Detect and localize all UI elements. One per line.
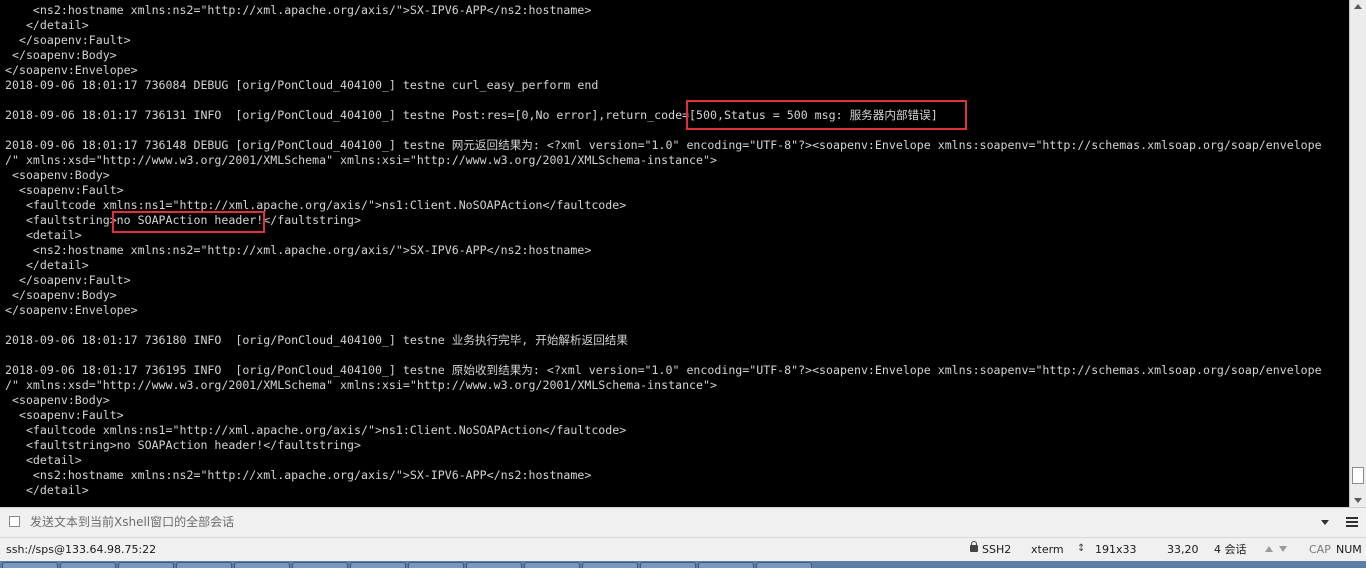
taskbar-button[interactable]: [408, 562, 464, 568]
terminal-line: 2018-09-06 18:01:17 736180 INFO [orig/Po…: [5, 333, 628, 347]
terminal-line: 2018-09-06 18:01:17 736084 DEBUG [orig/P…: [5, 78, 599, 92]
scrollbar-thumb[interactable]: [1352, 467, 1364, 484]
menu-icon[interactable]: [1346, 517, 1358, 528]
terminal-line: </soapenv:Envelope>: [5, 303, 138, 317]
terminal-line: <soapenv:Fault>: [5, 408, 124, 422]
terminal-line: </soapenv:Fault>: [5, 33, 131, 47]
terminal-line: <faultcode xmlns:ns1="http://xml.apache.…: [5, 423, 627, 437]
terminal-line: 2018-09-06 18:01:17 736195 INFO [orig/Po…: [5, 363, 1322, 377]
taskbar-button[interactable]: [118, 562, 174, 568]
session-count: 4 会话: [1214, 543, 1247, 556]
terminal-line: 2018-09-06 18:01:17 736131 INFO [orig/Po…: [5, 108, 938, 122]
terminal-line: </soapenv:Body>: [5, 288, 117, 302]
terminal-line: </soapenv:Envelope>: [5, 63, 138, 77]
taskbar-button[interactable]: [582, 562, 638, 568]
terminal-line: <faultstring>no SOAPAction header!</faul…: [5, 438, 361, 452]
terminal-line: 2018-09-06 18:01:17 736148 DEBUG [orig/P…: [5, 138, 1322, 152]
taskbar-button[interactable]: [524, 562, 580, 568]
compose-input[interactable]: 发送文本到当前Xshell窗口的全部会话: [30, 508, 234, 537]
terminal-size: 191x33: [1095, 543, 1137, 556]
highlight-box-faultstring: [112, 211, 265, 233]
taskbar-button[interactable]: [350, 562, 406, 568]
taskbar-button[interactable]: [60, 562, 116, 568]
protocol-label: SSH2: [982, 543, 1012, 556]
connection-address: ssh://sps@133.64.98.75:22: [6, 543, 157, 556]
terminal-line: <ns2:hostname xmlns:ns2="http://xml.apac…: [5, 3, 592, 17]
terminal-lines: <ns2:hostname xmlns:ns2="http://xml.apac…: [5, 3, 1322, 498]
vertical-scrollbar[interactable]: [1349, 0, 1366, 507]
terminal-line: <detail>: [5, 453, 82, 467]
taskbar-button[interactable]: [292, 562, 348, 568]
session-prev-icon[interactable]: [1265, 546, 1273, 552]
taskbar-button[interactable]: [640, 562, 696, 568]
terminal-line: </detail>: [5, 258, 89, 272]
terminal-output[interactable]: <ns2:hostname xmlns:ns2="http://xml.apac…: [0, 0, 1349, 507]
terminal-line: </soapenv:Fault>: [5, 273, 131, 287]
compose-bar: 发送文本到当前Xshell窗口的全部会话: [0, 507, 1366, 537]
terminal-type: xterm: [1031, 543, 1064, 556]
terminal-line: </soapenv:Body>: [5, 48, 117, 62]
terminal-line: </detail>: [5, 483, 89, 497]
terminal-line: <soapenv:Fault>: [5, 183, 124, 197]
scroll-up-arrow-icon[interactable]: [1354, 4, 1362, 9]
chevron-down-icon[interactable]: [1321, 520, 1329, 525]
lock-icon: [970, 541, 978, 552]
highlight-box-return-code: [686, 100, 967, 130]
terminal-line: <soapenv:Body>: [5, 168, 110, 182]
taskbar-button[interactable]: [466, 562, 522, 568]
terminal-line: /" xmlns:xsd="http://www.w3.org/2001/XML…: [5, 378, 717, 392]
resize-icon: ↕: [1077, 543, 1086, 554]
terminal-line: /" xmlns:xsd="http://www.w3.org/2001/XML…: [5, 153, 717, 167]
taskbar-strip: [0, 561, 1366, 568]
caps-lock-indicator: CAP: [1309, 543, 1331, 556]
cursor-position: 33,20: [1167, 543, 1199, 556]
taskbar-button[interactable]: [756, 562, 812, 568]
taskbar-button[interactable]: [698, 562, 754, 568]
num-lock-indicator: NUM: [1336, 543, 1362, 556]
terminal-line: <ns2:hostname xmlns:ns2="http://xml.apac…: [5, 243, 592, 257]
status-bar: ssh://sps@133.64.98.75:22 SSH2 xterm ↕ 1…: [0, 537, 1366, 561]
session-next-icon[interactable]: [1279, 546, 1287, 552]
terminal-line: <soapenv:Body>: [5, 393, 110, 407]
checkbox-icon[interactable]: [9, 516, 20, 527]
terminal-line: <ns2:hostname xmlns:ns2="http://xml.apac…: [5, 468, 592, 482]
taskbar-button[interactable]: [2, 562, 58, 568]
terminal-line: </detail>: [5, 18, 89, 32]
taskbar-button[interactable]: [234, 562, 290, 568]
scroll-down-arrow-icon[interactable]: [1354, 498, 1362, 503]
taskbar-button[interactable]: [176, 562, 232, 568]
